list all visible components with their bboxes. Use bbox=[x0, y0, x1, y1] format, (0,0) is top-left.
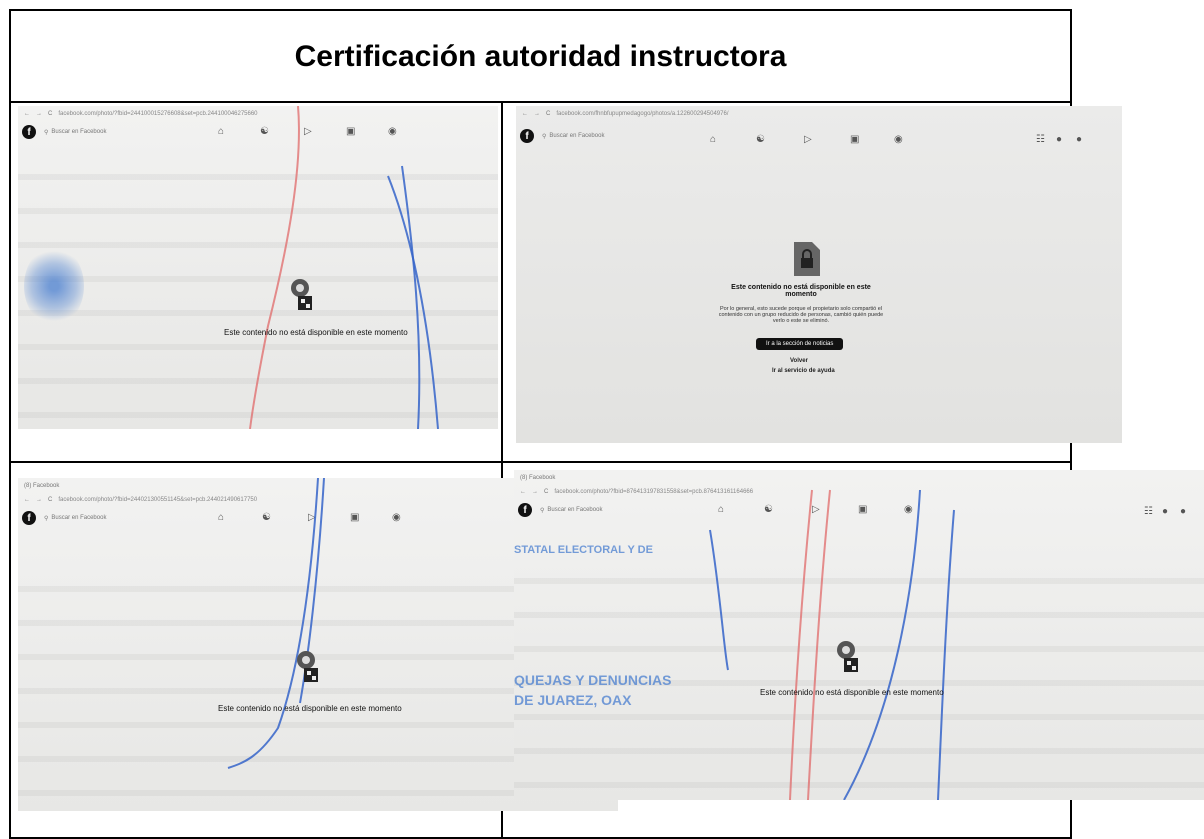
table-divider-middle bbox=[9, 461, 1072, 463]
unavailable-message: Este contenido no está disponible en est… bbox=[760, 688, 944, 697]
home-icon: ⌂ bbox=[710, 134, 717, 145]
browser-address-bar: ← → C facebook.com/fhnbfupupmedagogo/pho… bbox=[516, 106, 1122, 122]
search-icon: ⚲ bbox=[542, 133, 547, 140]
go-to-news-feed-button[interactable]: Ir a la sección de noticias bbox=[756, 338, 844, 350]
video-icon: ▷ bbox=[804, 134, 812, 145]
screenshot-photo-2: ← → C facebook.com/fhnbfupupmedagogo/pho… bbox=[516, 106, 1122, 443]
gaming-icon: ◉ bbox=[894, 134, 903, 145]
marketplace-icon: ▣ bbox=[850, 134, 860, 145]
help-center-link[interactable]: Ir al servicio de ayuda bbox=[772, 368, 835, 374]
facebook-top-bar: f ⚲ Buscar en Facebook bbox=[516, 126, 1122, 146]
url-text: facebook.com/fhnbfupupmedagogo/photos/a.… bbox=[556, 111, 729, 117]
document-title: Certificación autoridad instructora bbox=[294, 40, 787, 73]
messenger-icon: ● bbox=[1056, 134, 1063, 145]
table-divider-top bbox=[9, 101, 1072, 103]
screenshot-photo-4: (8) Facebook ← → C facebook.com/photo/?f… bbox=[514, 470, 1204, 800]
friends-icon: ☯ bbox=[756, 134, 765, 145]
broken-content-icon bbox=[837, 641, 858, 672]
back-link[interactable]: Volver bbox=[790, 358, 808, 364]
unavailable-heading: Este contenido no está disponible en est… bbox=[731, 284, 871, 298]
unavailable-message: Este contenido no está disponible en est… bbox=[224, 328, 408, 337]
stamp-text: STATAL ELECTORAL Y DE QUEJAS Y DENUNCIAS… bbox=[514, 544, 672, 708]
reload-icon: C bbox=[546, 111, 551, 117]
screenshot-photo-1: ← → C facebook.com/photo/?fbid=244100015… bbox=[18, 106, 498, 429]
forward-icon: → bbox=[534, 111, 540, 117]
back-icon: ← bbox=[522, 111, 528, 117]
pen-marks bbox=[249, 106, 439, 429]
unavailable-body: Por lo general, esto sucede porque el pr… bbox=[718, 306, 884, 324]
menu-icon: ☷ bbox=[1036, 134, 1045, 145]
notifications-icon: ● bbox=[1076, 134, 1083, 145]
broken-content-icon bbox=[297, 651, 318, 682]
facebook-logo-icon: f bbox=[520, 129, 534, 143]
unavailable-message: Este contenido no está disponible en est… bbox=[218, 704, 402, 713]
locked-file-icon bbox=[794, 242, 820, 276]
facebook-search: ⚲ Buscar en Facebook bbox=[542, 133, 605, 140]
broken-content-icon bbox=[291, 279, 312, 310]
